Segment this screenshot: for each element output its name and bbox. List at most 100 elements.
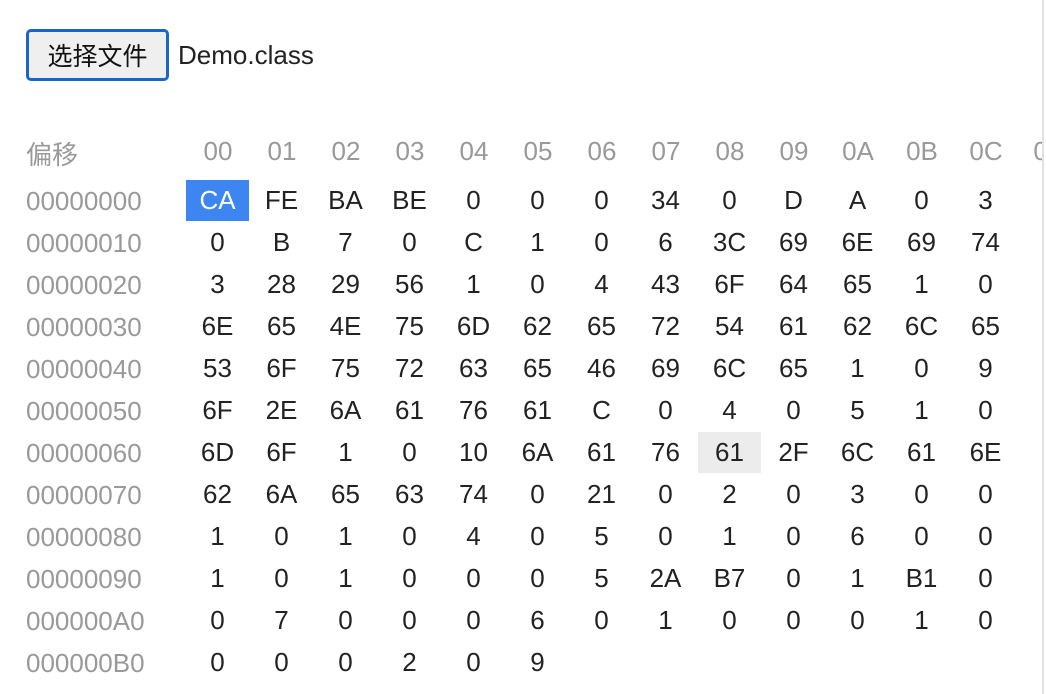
byte-cell[interactable]: 0 (378, 516, 441, 557)
byte-cell[interactable]: D (762, 180, 825, 221)
byte-cell[interactable]: 6A (250, 474, 313, 515)
byte-cell[interactable]: 0 (954, 390, 1017, 431)
byte-cell[interactable]: 0 (570, 600, 633, 641)
byte-cell[interactable]: 0 (890, 348, 953, 389)
byte-cell[interactable]: 1 (698, 516, 761, 557)
byte-cell[interactable]: 29 (314, 264, 377, 305)
byte-cell[interactable]: 0 (378, 600, 441, 641)
byte-cell[interactable]: 6A (314, 390, 377, 431)
byte-cell[interactable]: 5 (570, 516, 633, 557)
byte-cell[interactable]: 6 (826, 516, 889, 557)
byte-cell[interactable]: 3C (698, 222, 761, 263)
byte-cell[interactable]: 65 (762, 348, 825, 389)
byte-cell[interactable]: 6C (890, 306, 953, 347)
byte-cell[interactable]: 5 (570, 558, 633, 599)
byte-cell[interactable]: 65 (954, 306, 1017, 347)
byte-cell[interactable]: 1 (890, 390, 953, 431)
byte-cell[interactable]: 10 (442, 432, 505, 473)
byte-cell[interactable]: 4 (698, 390, 761, 431)
byte-cell[interactable]: 6F (250, 432, 313, 473)
byte-cell[interactable]: CA (186, 180, 249, 221)
byte-cell[interactable]: 4 (570, 264, 633, 305)
byte-cell[interactable]: 6F (250, 348, 313, 389)
byte-cell[interactable]: 6D (186, 432, 249, 473)
byte-cell[interactable]: 0 (634, 474, 697, 515)
byte-cell[interactable]: 0 (890, 180, 953, 221)
byte-cell[interactable]: 0 (506, 180, 569, 221)
byte-cell[interactable]: 56 (378, 264, 441, 305)
byte-cell[interactable]: 1 (186, 558, 249, 599)
byte-cell[interactable]: 3 (954, 180, 1017, 221)
byte-cell[interactable]: 76 (634, 432, 697, 473)
byte-cell[interactable]: 6C (826, 432, 889, 473)
byte-cell[interactable]: 34 (634, 180, 697, 221)
byte-cell[interactable]: 1 (506, 222, 569, 263)
byte-cell[interactable]: 0 (506, 558, 569, 599)
byte-cell[interactable]: 7 (314, 222, 377, 263)
byte-cell[interactable]: 74 (954, 222, 1017, 263)
byte-cell[interactable]: BE (378, 180, 441, 221)
byte-cell[interactable]: 0 (890, 474, 953, 515)
byte-cell[interactable]: 6A (506, 432, 569, 473)
byte-cell[interactable]: 2 (698, 474, 761, 515)
byte-cell[interactable]: 43 (634, 264, 697, 305)
byte-cell[interactable]: 4 (1018, 348, 1042, 389)
byte-cell[interactable]: 6E (826, 222, 889, 263)
byte-cell[interactable]: 0 (762, 474, 825, 515)
byte-cell[interactable]: 0 (186, 600, 249, 641)
byte-cell[interactable]: 65 (826, 264, 889, 305)
byte-cell[interactable]: 62 (506, 306, 569, 347)
byte-cell[interactable]: 4 (442, 516, 505, 557)
byte-cell[interactable]: 61 (570, 432, 633, 473)
byte-cell[interactable]: 1 (890, 264, 953, 305)
byte-cell[interactable]: 0 (378, 558, 441, 599)
byte-cell[interactable]: 69 (634, 348, 697, 389)
byte-cell[interactable]: 0 (890, 516, 953, 557)
byte-cell[interactable]: 46 (570, 348, 633, 389)
byte-cell[interactable]: 53 (186, 348, 249, 389)
byte-cell[interactable]: 6 (1018, 432, 1042, 473)
byte-cell[interactable]: 6E (954, 432, 1017, 473)
byte-cell[interactable]: 61 (506, 390, 569, 431)
byte-cell[interactable]: 2F (762, 432, 825, 473)
byte-cell[interactable]: 0 (186, 222, 249, 263)
byte-cell[interactable]: 63 (378, 474, 441, 515)
byte-cell[interactable]: 61 (698, 432, 761, 473)
byte-cell[interactable]: 6 (634, 222, 697, 263)
byte-cell[interactable]: 0 (762, 600, 825, 641)
byte-cell[interactable]: FE (250, 180, 313, 221)
byte-cell[interactable]: 61 (378, 390, 441, 431)
byte-cell[interactable]: 1 (314, 558, 377, 599)
byte-cell[interactable]: 6 (506, 600, 569, 641)
byte-cell[interactable]: 61 (890, 432, 953, 473)
byte-cell[interactable]: 0 (698, 180, 761, 221)
byte-cell[interactable]: 0 (314, 600, 377, 641)
byte-cell[interactable]: BA (314, 180, 377, 221)
byte-cell[interactable]: 0 (954, 474, 1017, 515)
byte-cell[interactable]: 9 (954, 348, 1017, 389)
byte-cell[interactable]: 1 (442, 264, 505, 305)
byte-cell[interactable]: 1 (890, 600, 953, 641)
byte-cell[interactable]: 6F (186, 390, 249, 431)
byte-cell[interactable]: 61 (762, 306, 825, 347)
byte-cell[interactable]: C (570, 390, 633, 431)
byte-cell[interactable]: 0 (442, 600, 505, 641)
byte-cell[interactable]: 0 (442, 558, 505, 599)
byte-cell[interactable]: 28 (250, 264, 313, 305)
byte-cell[interactable]: 0 (954, 516, 1017, 557)
byte-cell[interactable]: 1 (314, 516, 377, 557)
byte-cell[interactable]: 0 (762, 390, 825, 431)
byte-cell[interactable]: 5 (826, 390, 889, 431)
byte-cell[interactable]: 0 (570, 180, 633, 221)
byte-cell[interactable]: B1 (890, 558, 953, 599)
byte-cell[interactable]: 2 (378, 642, 441, 683)
byte-cell[interactable]: 6F (698, 264, 761, 305)
byte-cell[interactable]: C (442, 222, 505, 263)
byte-cell[interactable]: 0 (314, 642, 377, 683)
byte-cell[interactable]: 74 (442, 474, 505, 515)
byte-cell[interactable]: 0 (186, 642, 249, 683)
byte-cell[interactable]: 7 (250, 600, 313, 641)
byte-cell[interactable]: 0 (378, 432, 441, 473)
byte-cell[interactable]: 3 (186, 264, 249, 305)
byte-cell[interactable]: 0 (250, 516, 313, 557)
